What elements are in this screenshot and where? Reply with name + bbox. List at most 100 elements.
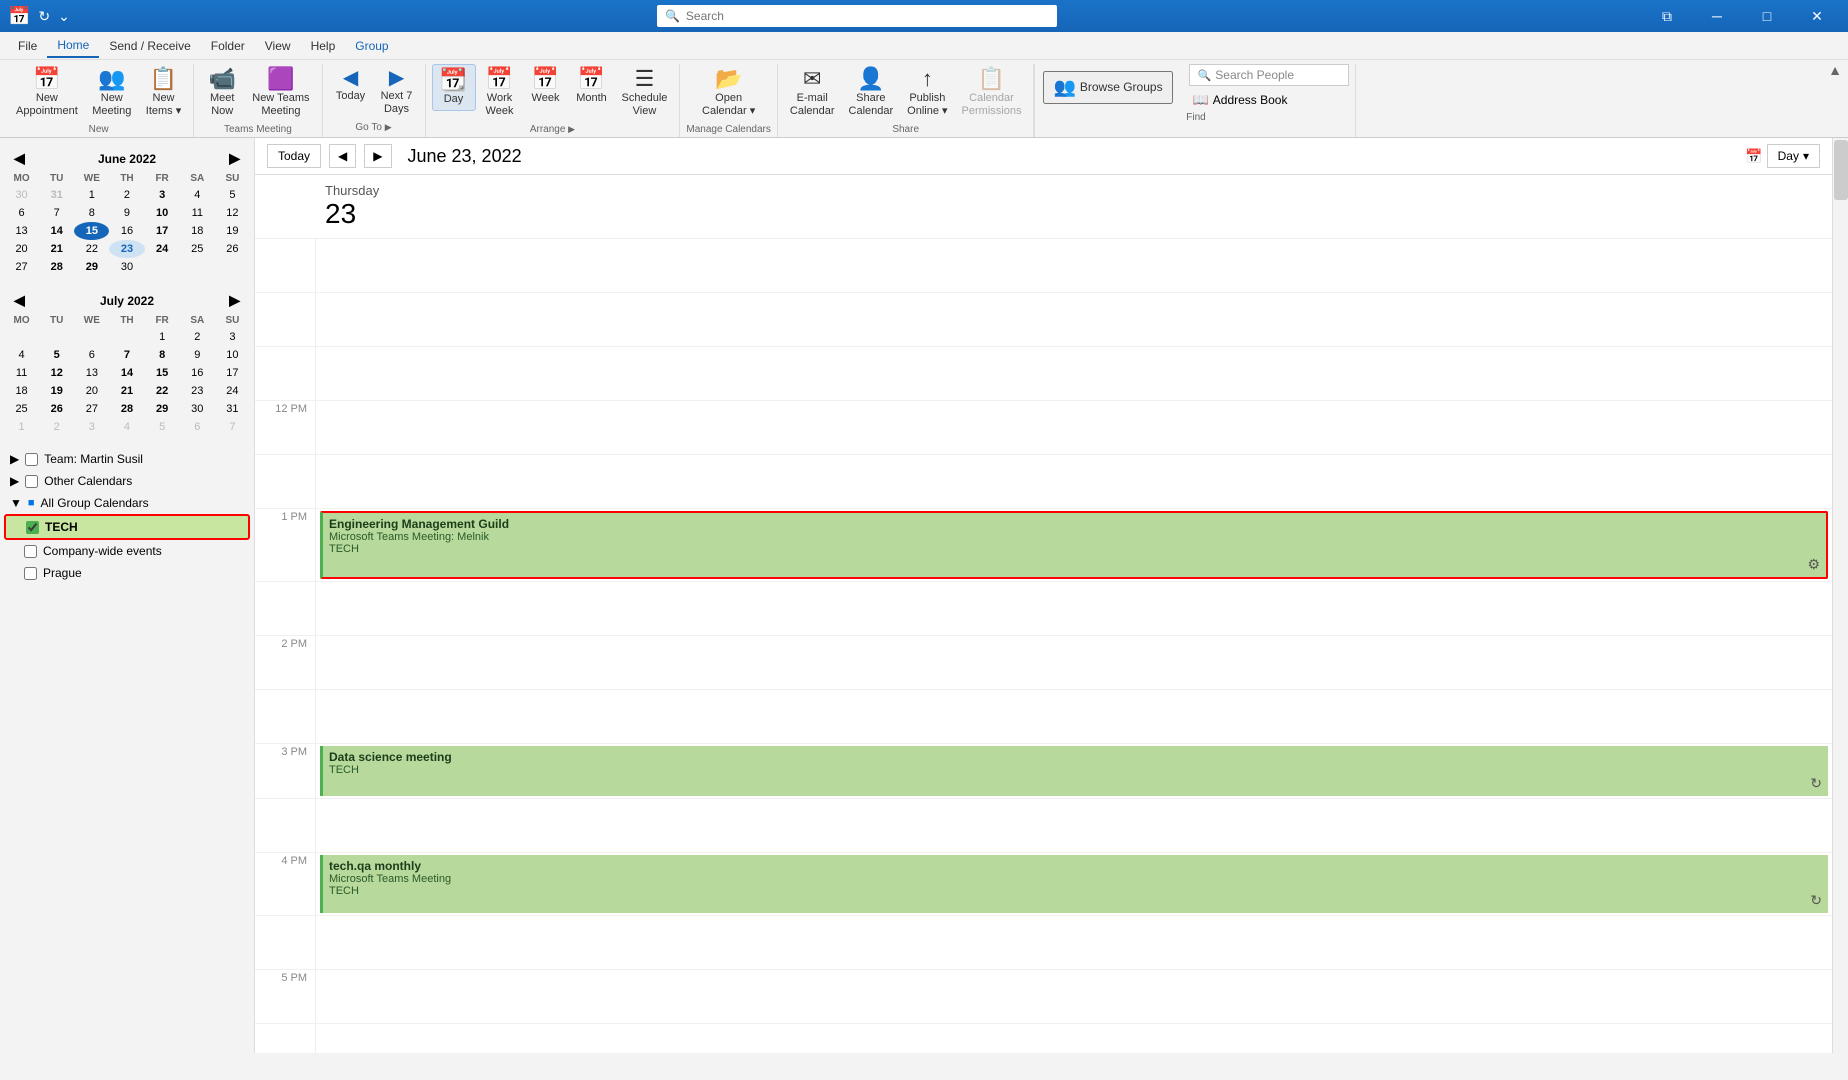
address-book-button[interactable]: 📖 Address Book — [1189, 90, 1349, 110]
cal-day[interactable]: 7 — [109, 346, 144, 364]
time-slot-330[interactable] — [315, 799, 1832, 852]
cal-day[interactable]: 8 — [74, 204, 109, 222]
cal-day[interactable]: 28 — [109, 400, 144, 418]
menu-folder[interactable]: Folder — [201, 35, 255, 57]
cal-day[interactable]: 31 — [39, 186, 74, 204]
cal-day[interactable]: 21 — [39, 240, 74, 258]
cal-day[interactable]: 7 — [215, 418, 250, 436]
minimize-button[interactable]: ─ — [1694, 0, 1740, 32]
time-slot[interactable] — [315, 293, 1832, 346]
event-engineering-guild[interactable]: Engineering Management Guild Microsoft T… — [320, 511, 1828, 579]
cal-day[interactable]: 29 — [74, 258, 109, 276]
cal-day[interactable]: 4 — [180, 186, 215, 204]
tech-checkbox[interactable] — [26, 521, 39, 534]
july-prev-btn[interactable]: ◀ — [8, 290, 31, 311]
time-slot[interactable] — [315, 347, 1832, 400]
team-martin-checkbox[interactable] — [25, 453, 38, 466]
time-slot[interactable] — [315, 239, 1832, 292]
menu-home[interactable]: Home — [47, 34, 99, 58]
cal-today-button[interactable]: Today — [267, 144, 321, 168]
ribbon-collapse-button[interactable]: ▲ — [1822, 60, 1848, 80]
time-slot-4pm[interactable]: tech.qa monthly Microsoft Teams Meeting … — [315, 853, 1832, 915]
cal-day[interactable]: 3 — [74, 418, 109, 436]
cal-day[interactable]: 17 — [215, 364, 250, 382]
week-button[interactable]: 📅 Week — [524, 64, 568, 109]
cal-day[interactable]: 15 — [145, 364, 180, 382]
cal-day[interactable]: 14 — [109, 364, 144, 382]
tech-calendar-item[interactable]: TECH — [4, 514, 250, 540]
email-calendar-button[interactable]: ✉ E-mailCalendar — [784, 64, 841, 122]
cal-day[interactable]: 30 — [180, 400, 215, 418]
calendar-permissions-button[interactable]: 📋 CalendarPermissions — [956, 64, 1028, 122]
cal-day[interactable]: 9 — [109, 204, 144, 222]
cal-day-selected[interactable]: 23 — [109, 240, 144, 258]
cal-day[interactable]: 10 — [145, 204, 180, 222]
company-wide-checkbox[interactable] — [24, 545, 37, 558]
cal-prev-button[interactable]: ◀ — [329, 144, 356, 168]
time-slot-3pm[interactable]: Data science meeting TECH ↻ — [315, 744, 1832, 798]
cal-day[interactable]: 12 — [215, 204, 250, 222]
cal-day[interactable]: 11 — [4, 364, 39, 382]
cal-day[interactable]: 18 — [4, 382, 39, 400]
cal-day[interactable]: 20 — [74, 382, 109, 400]
cal-day[interactable]: 22 — [74, 240, 109, 258]
quick-access-refresh-icon[interactable]: ↻ — [38, 8, 50, 25]
cal-day[interactable]: 26 — [39, 400, 74, 418]
cal-day[interactable]: 19 — [215, 222, 250, 240]
cal-day[interactable]: 12 — [39, 364, 74, 382]
time-slot-230[interactable] — [315, 690, 1832, 743]
new-meeting-button[interactable]: 👥 NewMeeting — [86, 64, 138, 122]
cal-day[interactable]: 4 — [4, 346, 39, 364]
new-items-button[interactable]: 📋 NewItems ▾ — [140, 64, 187, 122]
cal-day[interactable]: 24 — [145, 240, 180, 258]
month-button[interactable]: 📅 Month — [570, 64, 614, 109]
menu-view[interactable]: View — [255, 35, 301, 57]
cal-day[interactable]: 18 — [180, 222, 215, 240]
menu-file[interactable]: File — [8, 35, 47, 57]
meet-now-button[interactable]: 📹 MeetNow — [200, 64, 244, 122]
day-view-button[interactable]: 📆 Day — [432, 64, 476, 111]
june-next-btn[interactable]: ▶ — [223, 148, 246, 169]
new-teams-meeting-button[interactable]: 🟪 New TeamsMeeting — [246, 64, 315, 122]
other-calendars-checkbox[interactable] — [25, 475, 38, 488]
share-calendar-button[interactable]: 👤 ShareCalendar — [843, 64, 900, 122]
schedule-view-button[interactable]: ☰ ScheduleView — [616, 64, 674, 122]
today-button[interactable]: ◀ Today — [329, 64, 373, 107]
cal-day[interactable]: 13 — [4, 222, 39, 240]
cal-day[interactable]: 6 — [4, 204, 39, 222]
cal-day[interactable]: 5 — [145, 418, 180, 436]
cal-day[interactable]: 27 — [4, 258, 39, 276]
cal-day[interactable]: 6 — [74, 346, 109, 364]
cal-day[interactable]: 5 — [215, 186, 250, 204]
cal-day[interactable]: 24 — [215, 382, 250, 400]
cal-day[interactable]: 4 — [109, 418, 144, 436]
cal-day[interactable]: 22 — [145, 382, 180, 400]
cal-day[interactable]: 21 — [109, 382, 144, 400]
cal-day[interactable]: 20 — [4, 240, 39, 258]
close-button[interactable]: ✕ — [1794, 0, 1840, 32]
team-martin-item[interactable]: ▶ Team: Martin Susil — [4, 448, 250, 470]
global-search-input[interactable] — [686, 9, 1049, 23]
cal-day-today[interactable]: 15 — [74, 222, 109, 240]
cal-day[interactable]: 31 — [215, 400, 250, 418]
cal-day[interactable]: 14 — [39, 222, 74, 240]
event-data-science[interactable]: Data science meeting TECH ↻ — [320, 746, 1828, 796]
event-tech-qa[interactable]: tech.qa monthly Microsoft Teams Meeting … — [320, 855, 1828, 913]
cal-day[interactable]: 6 — [180, 418, 215, 436]
time-slot-530[interactable] — [315, 1024, 1832, 1053]
cal-day[interactable]: 1 — [74, 186, 109, 204]
cal-day[interactable]: 16 — [180, 364, 215, 382]
menu-group[interactable]: Group — [345, 35, 398, 57]
cal-day[interactable]: 2 — [39, 418, 74, 436]
cal-day[interactable]: 1 — [4, 418, 39, 436]
cal-day[interactable]: 19 — [39, 382, 74, 400]
cal-day[interactable]: 13 — [74, 364, 109, 382]
cal-day[interactable]: 28 — [39, 258, 74, 276]
menu-help[interactable]: Help — [301, 35, 346, 57]
search-people-box[interactable]: 🔍 Search People — [1189, 64, 1349, 86]
july-next-btn[interactable]: ▶ — [223, 290, 246, 311]
quick-access-undo-icon[interactable]: ⌄ — [58, 8, 70, 25]
time-slot-430[interactable] — [315, 916, 1832, 969]
restore-button[interactable]: ⧉ — [1644, 0, 1690, 32]
june-prev-btn[interactable]: ◀ — [8, 148, 31, 169]
